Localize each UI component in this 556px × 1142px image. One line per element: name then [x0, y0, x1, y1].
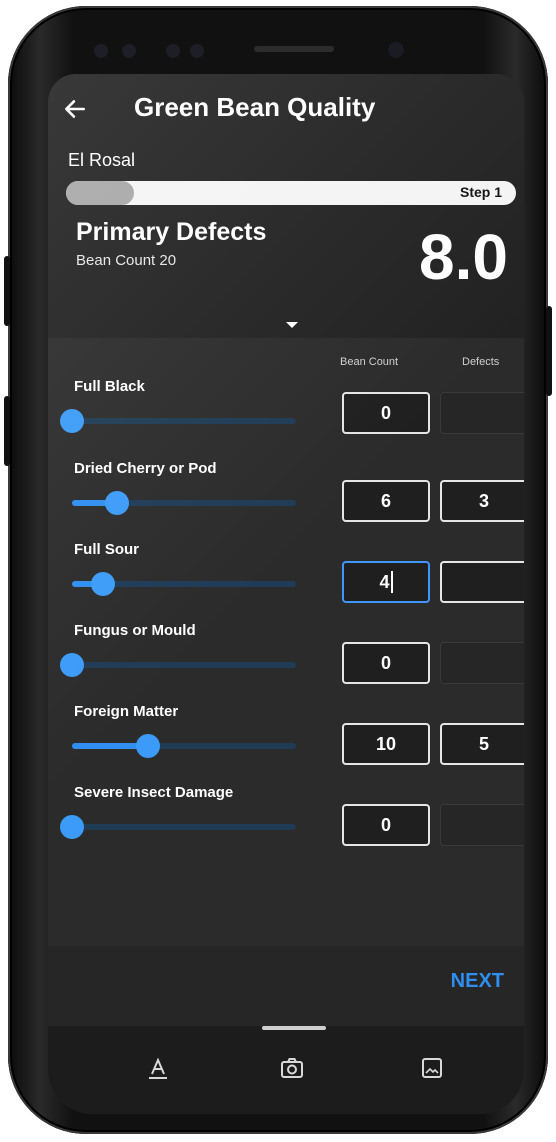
earpiece-speaker	[254, 46, 334, 52]
step-label: Step 1	[459, 184, 502, 200]
bean-count-value: 4	[379, 571, 390, 592]
slider-thumb[interactable]	[60, 815, 84, 839]
bixby-button	[4, 396, 10, 466]
section-subtitle: Bean Count 20	[76, 252, 177, 269]
bean-count-input[interactable]: 0	[342, 642, 430, 684]
footer-bar: NEXT	[48, 946, 524, 1026]
defect-slider[interactable]	[72, 734, 296, 758]
defect-label: Full Black	[74, 378, 145, 395]
defects-output	[440, 392, 524, 434]
bean-count-input[interactable]: 0	[342, 392, 430, 434]
defects-output	[440, 561, 524, 603]
defect-slider[interactable]	[60, 409, 296, 433]
slider-thumb[interactable]	[136, 734, 161, 758]
sensor-dot	[166, 44, 180, 58]
defect-slider[interactable]	[72, 572, 296, 596]
defect-label: Full Sour	[74, 541, 139, 558]
slider-thumb[interactable]	[60, 653, 84, 677]
bottom-toolbar	[48, 1026, 524, 1114]
defects-value: 3	[478, 490, 489, 511]
defect-label: Dried Cherry or Pod	[74, 460, 217, 477]
step-progress-bar: Step 1	[66, 181, 516, 205]
bean-count-value: 6	[380, 490, 391, 511]
defects-output	[440, 642, 524, 684]
defect-row: Foreign Matter 10 5	[48, 703, 524, 783]
slider-thumb[interactable]	[60, 409, 84, 433]
bean-count-value: 0	[380, 652, 391, 673]
defect-score: 8.0	[419, 221, 508, 293]
sensor-dot	[122, 44, 136, 58]
defect-row: Full Black 0	[48, 378, 524, 458]
header-panel: Green Bean Quality El Rosal Step 1 Prima…	[48, 74, 524, 338]
bean-count-value: 0	[380, 402, 391, 423]
defect-label: Foreign Matter	[74, 703, 179, 720]
defect-row: Dried Cherry or Pod 6 3	[48, 460, 524, 540]
bean-count-input[interactable]: 4	[342, 561, 430, 603]
defect-row: Severe Insect Damage 0	[48, 784, 524, 864]
next-button[interactable]: NEXT	[451, 970, 504, 993]
farm-name: El Rosal	[68, 150, 136, 170]
defects-output: 3	[440, 480, 524, 522]
defect-label: Severe Insect Damage	[74, 784, 234, 801]
front-camera	[388, 42, 404, 58]
column-header-bean-count: Bean Count	[340, 356, 399, 368]
text-format-icon[interactable]	[144, 1054, 172, 1082]
bean-count-input[interactable]: 6	[342, 480, 430, 522]
power-button	[546, 306, 552, 396]
defect-row: Full Sour 4	[48, 541, 524, 621]
defects-output: 5	[440, 723, 524, 765]
defect-slider[interactable]	[60, 815, 296, 839]
image-icon[interactable]	[418, 1054, 446, 1082]
text-cursor	[390, 571, 393, 593]
bean-count-value: 10	[375, 733, 397, 754]
defects-value: 5	[478, 733, 489, 754]
column-header-defects: Defects	[462, 356, 500, 368]
section-title: Primary Defects	[76, 218, 267, 246]
bean-count-value: 0	[380, 814, 391, 835]
defect-row: Fungus or Mould 0	[48, 622, 524, 702]
defect-slider[interactable]	[60, 653, 296, 677]
camera-icon[interactable]	[278, 1054, 306, 1082]
defect-slider[interactable]	[72, 491, 296, 515]
slider-thumb[interactable]	[104, 491, 129, 515]
bean-count-input[interactable]: 10	[342, 723, 430, 765]
drag-handle[interactable]	[262, 1026, 326, 1030]
collapse-caret-icon[interactable]	[286, 322, 298, 328]
slider-thumb[interactable]	[91, 572, 116, 596]
bean-count-input[interactable]: 0	[342, 804, 430, 846]
back-arrow-icon[interactable]	[62, 96, 88, 122]
page-title: Green Bean Quality	[134, 92, 376, 122]
sensor-dot	[190, 44, 204, 58]
defects-output	[440, 804, 524, 846]
app-screen: Green Bean Quality El Rosal Step 1 Prima…	[48, 74, 524, 1114]
sensor-dot	[94, 44, 108, 58]
volume-button	[4, 256, 10, 326]
defect-label: Fungus or Mould	[74, 622, 196, 639]
phone-frame: Green Bean Quality El Rosal Step 1 Prima…	[4, 6, 552, 1134]
progress-fill	[66, 181, 134, 205]
